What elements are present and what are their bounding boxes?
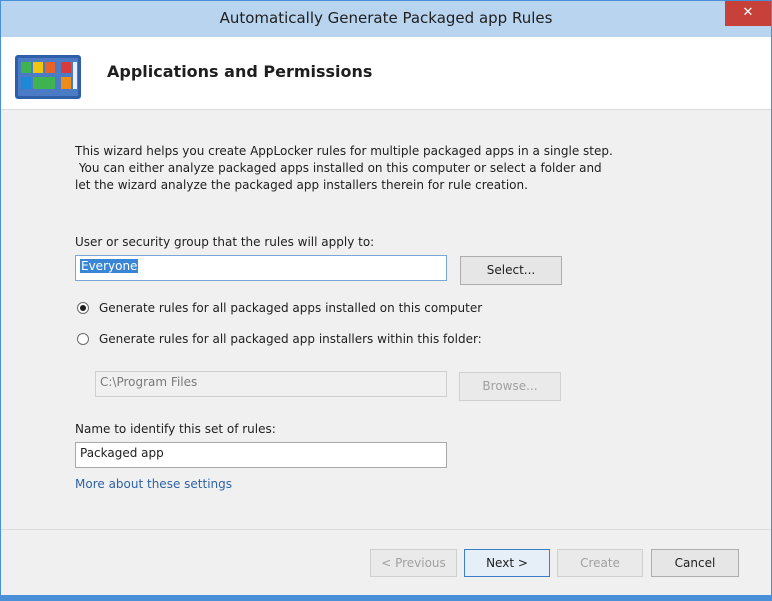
description-line: You can either analyze packaged apps ins… [75,161,602,175]
select-button[interactable]: Select... [460,256,562,285]
next-button[interactable]: Next > [464,549,550,577]
radio-installed[interactable] [77,302,89,314]
close-icon: ✕ [742,5,754,20]
title-bar[interactable]: Automatically Generate Packaged app Rule… [1,1,771,37]
user-group-field[interactable]: Everyone [75,255,447,281]
window-bottom-border [1,595,771,600]
radio-folder[interactable] [77,333,89,345]
previous-button[interactable]: < Previous [370,549,457,577]
more-settings-link[interactable]: More about these settings [75,477,232,491]
folder-path-field[interactable]: C:\Program Files [95,371,447,397]
radio-option-folder[interactable]: Generate rules for all packaged app inst… [77,332,482,346]
radio-installed-label: Generate rules for all packaged apps ins… [99,301,483,315]
user-group-value: Everyone [80,259,139,273]
wizard-content: This wizard helps you create AppLocker r… [1,110,771,530]
wizard-window: Automatically Generate Packaged app Rule… [0,0,772,601]
description-line: This wizard helps you create AppLocker r… [75,144,613,158]
browse-button[interactable]: Browse... [459,372,561,401]
window-title: Automatically Generate Packaged app Rule… [219,9,553,27]
create-button[interactable]: Create [557,549,643,577]
cancel-button[interactable]: Cancel [651,549,739,577]
wizard-header: Applications and Permissions [1,37,771,110]
rule-name-label: Name to identify this set of rules: [75,422,276,436]
applocker-packaged-apps-icon [15,55,81,99]
page-title: Applications and Permissions [107,62,373,81]
radio-option-installed[interactable]: Generate rules for all packaged apps ins… [77,301,482,315]
radio-folder-label: Generate rules for all packaged app inst… [99,332,482,346]
wizard-description: This wizard helps you create AppLocker r… [75,143,695,194]
rule-name-field[interactable]: Packaged app [75,442,447,468]
wizard-footer: < Previous Next > Create Cancel [1,530,771,596]
user-group-label: User or security group that the rules wi… [75,235,375,249]
close-button[interactable]: ✕ [725,1,771,26]
description-line: let the wizard analyze the packaged app … [75,178,528,192]
